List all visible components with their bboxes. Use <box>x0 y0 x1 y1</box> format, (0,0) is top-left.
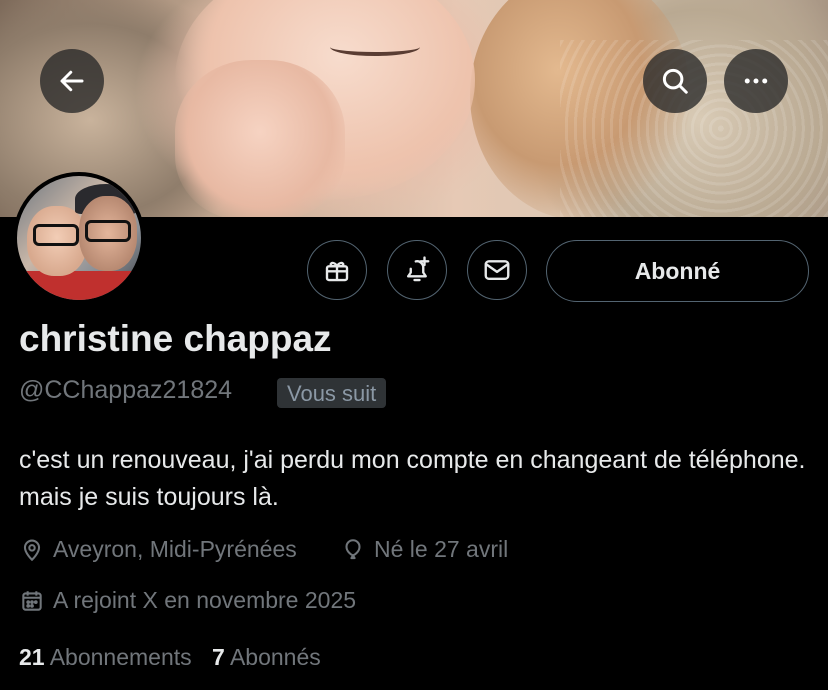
following-button-label: Abonné <box>634 257 721 284</box>
envelope-icon <box>484 260 510 280</box>
arrow-left-icon <box>60 70 84 92</box>
followers-count: 7 <box>212 644 225 670</box>
message-button[interactable] <box>467 240 527 300</box>
bell-plus-icon <box>407 256 430 282</box>
follow-stats: 21 Abonnements 7 Abonnés <box>19 644 335 671</box>
followers-label: Abonnés <box>229 644 321 670</box>
banner-hands <box>175 60 345 217</box>
following-label: Abonnements <box>49 644 192 670</box>
following-button[interactable]: Abonné <box>546 240 809 302</box>
calendar-icon <box>22 590 42 611</box>
search-icon <box>662 68 688 94</box>
following-count: 21 <box>19 644 45 670</box>
avatar-shirt <box>17 271 141 300</box>
balloon-icon <box>345 538 361 559</box>
display-name: christine chappaz <box>19 318 332 359</box>
location-pin-icon <box>23 539 41 561</box>
following-link[interactable]: 21 Abonnements <box>19 644 198 670</box>
username: @CChappaz21824 <box>19 376 233 404</box>
back-button[interactable] <box>40 49 104 113</box>
location-item: Aveyron, Midi-Pyrénées <box>19 536 297 563</box>
joined-text: A rejoint X en novembre 2025 <box>53 587 357 613</box>
follows-you-badge: Vous suit <box>277 378 387 408</box>
avatar[interactable] <box>13 172 145 304</box>
notify-button[interactable] <box>387 240 447 300</box>
more-button[interactable] <box>724 49 788 113</box>
avatar-glasses-left <box>33 224 79 246</box>
more-horizontal-icon <box>744 78 768 84</box>
birthday-text: Né le 27 avril <box>374 536 509 562</box>
gift-button[interactable] <box>307 240 367 300</box>
location-text: Aveyron, Midi-Pyrénées <box>53 536 297 562</box>
banner-eye <box>330 38 420 56</box>
avatar-glasses-right <box>85 220 131 242</box>
search-button[interactable] <box>643 49 707 113</box>
followers-link[interactable]: 7 Abonnés <box>212 644 321 670</box>
bio: c'est un renouveau, j'ai perdu mon compt… <box>19 446 806 511</box>
joined-item: A rejoint X en novembre 2025 <box>19 587 356 614</box>
profile-banner[interactable] <box>0 0 828 217</box>
gift-icon <box>325 261 349 282</box>
birthday-item: Né le 27 avril <box>340 536 508 563</box>
